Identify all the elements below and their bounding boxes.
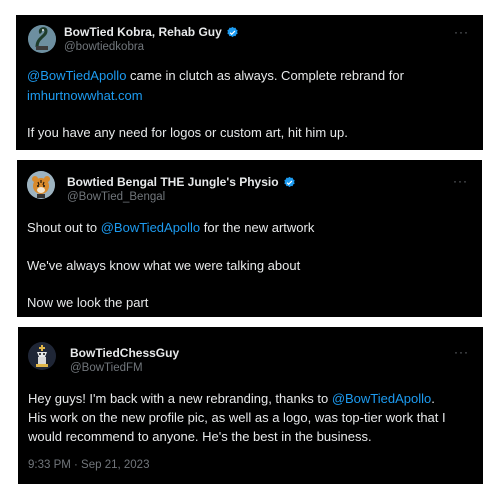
author-handle[interactable]: @BowTied_Bengal [67,191,165,203]
url-link[interactable]: imhurtnowwhat.com [27,88,143,103]
more-options-icon[interactable]: ··· [454,25,469,39]
text-segment: Shout out to [27,220,101,235]
tiger-avatar-icon[interactable] [27,171,55,199]
mention-link[interactable]: @BowTiedApollo [101,220,200,235]
author-name-text: Bowtied Bengal THE Jungle's Physio [67,175,279,189]
tweet-text-line: We've always know what we were talking a… [27,258,301,273]
author-handle[interactable]: @bowtiedkobra [64,41,144,53]
mention-link[interactable]: @BowTiedApollo [27,68,126,83]
mention-link[interactable]: @BowTiedApollo [332,391,431,406]
author-name[interactable]: BowTied Kobra, Rehab Guy [64,25,239,39]
tweet-text-line: @BowTiedApollo came in clutch as always.… [27,67,404,85]
tweet-text-line: Now we look the part [27,295,149,310]
verified-badge-icon [227,26,238,37]
author-name-text: BowTied Kobra, Rehab Guy [64,25,222,39]
tweet-text-line: Shout out to @BowTiedApollo for the new … [27,219,314,237]
author-handle[interactable]: @BowTiedFM [70,362,143,374]
tweet-text-line: imhurtnowwhat.com [27,87,143,105]
tweet-text-line: would recommend to anyone. He's the best… [28,429,372,444]
tweet-card[interactable]: BowTied Kobra, Rehab Guy @bowtiedkobra ·… [16,15,483,150]
tweet-card[interactable]: BowTiedChessGuy @BowTiedFM ··· Hey guys!… [18,327,483,484]
text-segment: . [431,391,435,406]
author-name[interactable]: BowTiedChessGuy [70,346,179,360]
tweet-text-line: Hey guys! I'm back with a new rebranding… [28,390,435,408]
tweet-timestamp[interactable]: 9:33 PM · Sep 21, 2023 [28,459,149,471]
tweet-text-line: If you have any need for logos or custom… [27,125,348,140]
tweet-card[interactable]: Bowtied Bengal THE Jungle's Physio @BowT… [17,160,482,317]
text-segment: for the new artwork [200,220,315,235]
author-name-text: BowTiedChessGuy [70,346,180,360]
tweet-text-line: His work on the new profile pic, as well… [28,410,446,425]
text-segment: Hey guys! I'm back with a new rebranding… [28,391,332,406]
cobra-avatar-icon[interactable] [28,25,56,53]
verified-badge-icon [283,176,295,187]
text-segment: came in clutch as always. Complete rebra… [126,68,404,83]
chess-king-avatar-icon[interactable] [28,342,56,370]
author-name[interactable]: Bowtied Bengal THE Jungle's Physio [67,175,296,189]
more-options-icon[interactable]: ··· [453,174,468,188]
more-options-icon[interactable]: ··· [454,345,469,359]
